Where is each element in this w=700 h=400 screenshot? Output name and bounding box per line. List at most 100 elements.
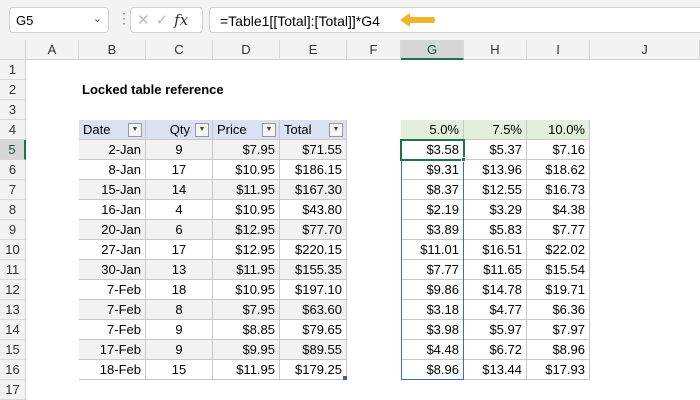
table-cell[interactable]: $11.95: [213, 180, 280, 200]
table-cell[interactable]: 16-Jan: [79, 200, 146, 220]
column-header-E[interactable]: E: [280, 40, 347, 60]
column-header-J[interactable]: J: [590, 40, 700, 60]
table-cell[interactable]: 15: [146, 360, 213, 380]
rate-cell[interactable]: $4.77: [464, 300, 527, 320]
rate-header[interactable]: 5.0%: [401, 120, 464, 140]
insert-function-icon[interactable]: fx: [174, 11, 188, 29]
row-header-8[interactable]: 8: [0, 200, 26, 220]
rate-cell[interactable]: $3.58: [401, 140, 464, 160]
rate-cell[interactable]: $8.96: [527, 340, 590, 360]
column-header-D[interactable]: D: [213, 40, 280, 60]
rate-cell[interactable]: $14.78: [464, 280, 527, 300]
rate-cell[interactable]: $5.97: [464, 320, 527, 340]
chevron-down-icon[interactable]: ⌄: [93, 12, 102, 25]
table-cell[interactable]: 4: [146, 200, 213, 220]
row-header-1[interactable]: 1: [0, 60, 26, 80]
rate-cell[interactable]: $7.97: [527, 320, 590, 340]
column-header-I[interactable]: I: [527, 40, 590, 60]
rate-cell[interactable]: $2.19: [401, 200, 464, 220]
table-cell[interactable]: $10.95: [213, 200, 280, 220]
rate-cell[interactable]: $16.73: [527, 180, 590, 200]
row-header-12[interactable]: 12: [0, 280, 26, 300]
row-header-4[interactable]: 4: [0, 120, 26, 140]
rate-cell[interactable]: $15.54: [527, 260, 590, 280]
table-cell[interactable]: 15-Jan: [79, 180, 146, 200]
rate-header[interactable]: 10.0%: [527, 120, 590, 140]
table-cell[interactable]: $79.65: [280, 320, 347, 340]
table-resize-handle[interactable]: [343, 376, 347, 380]
row-header-6[interactable]: 6: [0, 160, 26, 180]
table-cell[interactable]: $71.55: [280, 140, 347, 160]
rate-cell[interactable]: $7.77: [401, 260, 464, 280]
table-cell[interactable]: 9: [146, 140, 213, 160]
row-header-11[interactable]: 11: [0, 260, 26, 280]
table-cell[interactable]: 7-Feb: [79, 320, 146, 340]
rate-cell[interactable]: $22.02: [527, 240, 590, 260]
name-box[interactable]: G5 ⌄: [9, 7, 109, 33]
rate-cell[interactable]: $16.51: [464, 240, 527, 260]
column-header-C[interactable]: C: [146, 40, 213, 60]
rate-cell[interactable]: $11.65: [464, 260, 527, 280]
table-cell[interactable]: 27-Jan: [79, 240, 146, 260]
rate-cell[interactable]: $3.29: [464, 200, 527, 220]
enter-icon[interactable]: ✓: [156, 12, 175, 29]
table-cell[interactable]: 7-Feb: [79, 300, 146, 320]
column-header-G[interactable]: G: [401, 40, 464, 60]
rate-cell[interactable]: $3.18: [401, 300, 464, 320]
rate-cell[interactable]: $5.83: [464, 220, 527, 240]
table-cell[interactable]: $186.15: [280, 160, 347, 180]
table-cell[interactable]: $167.30: [280, 180, 347, 200]
table-cell[interactable]: 17-Feb: [79, 340, 146, 360]
table-cell[interactable]: $179.25: [280, 360, 347, 380]
row-header-3[interactable]: 3: [0, 100, 26, 120]
table-cell[interactable]: $12.95: [213, 220, 280, 240]
rate-cell[interactable]: $17.93: [527, 360, 590, 380]
rate-cell[interactable]: $7.16: [527, 140, 590, 160]
table-cell[interactable]: $89.55: [280, 340, 347, 360]
select-all-corner[interactable]: [0, 40, 26, 60]
row-header-14[interactable]: 14: [0, 320, 26, 340]
row-header-13[interactable]: 13: [0, 300, 26, 320]
table-cell[interactable]: $155.35: [280, 260, 347, 280]
rate-cell[interactable]: $4.48: [401, 340, 464, 360]
column-header-F[interactable]: F: [347, 40, 401, 60]
table-cell[interactable]: $43.80: [280, 200, 347, 220]
row-header-15[interactable]: 15: [0, 340, 26, 360]
table-cell[interactable]: 8: [146, 300, 213, 320]
column-header-B[interactable]: B: [79, 40, 146, 60]
table-cell[interactable]: 6: [146, 220, 213, 240]
row-header-2[interactable]: 2: [0, 80, 26, 100]
row-header-16[interactable]: 16: [0, 360, 26, 380]
row-header-7[interactable]: 7: [0, 180, 26, 200]
column-header-A[interactable]: A: [26, 40, 79, 60]
table-cell[interactable]: 14: [146, 180, 213, 200]
table-cell[interactable]: $11.95: [213, 260, 280, 280]
column-header-H[interactable]: H: [464, 40, 527, 60]
table-cell[interactable]: 18: [146, 280, 213, 300]
table-cell[interactable]: $63.60: [280, 300, 347, 320]
rate-cell[interactable]: $9.86: [401, 280, 464, 300]
table-cell[interactable]: $197.10: [280, 280, 347, 300]
table-cell[interactable]: 9: [146, 340, 213, 360]
rate-cell[interactable]: $9.31: [401, 160, 464, 180]
table-cell[interactable]: $77.70: [280, 220, 347, 240]
table-cell[interactable]: $12.95: [213, 240, 280, 260]
filter-dropdown-icon[interactable]: ▼: [329, 123, 343, 137]
rate-cell[interactable]: $6.72: [464, 340, 527, 360]
table-cell[interactable]: 13: [146, 260, 213, 280]
fill-handle[interactable]: [461, 157, 466, 162]
rate-cell[interactable]: $3.98: [401, 320, 464, 340]
table-cell[interactable]: $10.95: [213, 280, 280, 300]
table-cell[interactable]: $7.95: [213, 140, 280, 160]
table-cell[interactable]: 18-Feb: [79, 360, 146, 380]
rate-cell[interactable]: $12.55: [464, 180, 527, 200]
rate-cell[interactable]: $7.77: [527, 220, 590, 240]
table-cell[interactable]: $7.95: [213, 300, 280, 320]
rate-cell[interactable]: $13.96: [464, 160, 527, 180]
rate-cell[interactable]: $4.38: [527, 200, 590, 220]
table-cell[interactable]: 7-Feb: [79, 280, 146, 300]
row-header-10[interactable]: 10: [0, 240, 26, 260]
rate-cell[interactable]: $5.37: [464, 140, 527, 160]
row-header-9[interactable]: 9: [0, 220, 26, 240]
rate-cell[interactable]: $3.89: [401, 220, 464, 240]
